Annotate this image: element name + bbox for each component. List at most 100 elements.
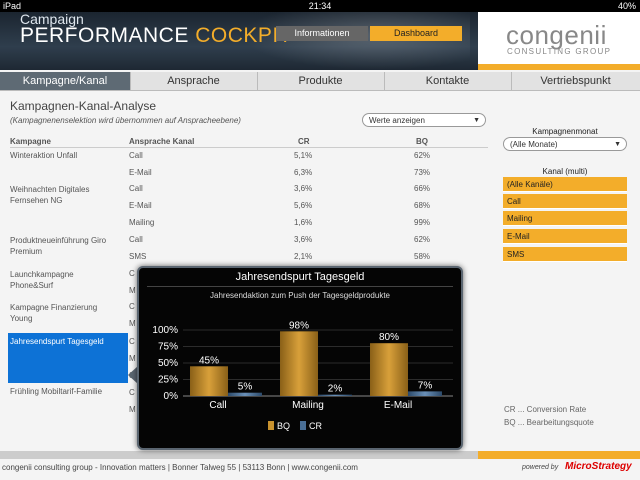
header-divider — [10, 147, 488, 148]
row-bq: 62% — [414, 235, 431, 244]
campaign-name[interactable]: Launchkampagne Phone&Surf — [10, 269, 115, 291]
tab-produkte[interactable]: Produkte — [257, 72, 385, 90]
tab-vertriebspunkt[interactable]: Vertriebspunkt — [511, 72, 640, 90]
column-header-bq: BQ — [416, 137, 428, 146]
data-label-cr: 2% — [328, 384, 343, 395]
x-category-label: E-Mail — [384, 400, 412, 411]
row-channel-partial: M — [129, 405, 136, 414]
data-label-bq: 98% — [289, 320, 309, 331]
werte-anzeigen-value: Werte anzeigen — [369, 116, 425, 125]
clock: 21:34 — [308, 1, 332, 11]
row-bq: 68% — [414, 201, 431, 210]
bar-cr-call — [228, 392, 262, 396]
row-channel-partial: C — [129, 337, 135, 346]
bar-cr-mailing — [318, 394, 352, 396]
section-title: Kampagnen-Kanal-Analyse — [10, 99, 157, 113]
informationen-button[interactable]: Informationen — [276, 26, 368, 41]
campaign-name[interactable]: Kampagne Finanzierung Young — [10, 302, 115, 324]
row-bq: 62% — [414, 151, 431, 160]
bar-cr-e-mail — [408, 391, 442, 396]
data-label-bq: 45% — [199, 355, 219, 366]
data-label-cr: 7% — [418, 380, 433, 391]
campaign-name[interactable]: Frühling Mobiltarif-Familie — [10, 387, 128, 396]
row-channel: Mailing — [129, 218, 155, 227]
row-channel: E-Mail — [129, 168, 152, 177]
werte-anzeigen-select[interactable]: Werte anzeigen ▼ — [362, 113, 486, 127]
logo-subtitle: CONSULTING GROUP — [507, 47, 612, 56]
kanal-multi-label: Kanal (multi) — [542, 167, 588, 176]
column-header-kampagne: Kampagne — [10, 137, 51, 146]
campaign-name[interactable]: Winteraktion Unfall — [10, 151, 125, 160]
row-channel: Call — [129, 151, 143, 160]
kampagnenmonat-select[interactable]: (Alle Monate) ▼ — [503, 137, 627, 151]
legend-swatch-cr — [300, 421, 307, 430]
kanal-option-call[interactable]: Call — [503, 194, 627, 209]
row-bq: 58% — [414, 252, 431, 261]
chart-legend: BQ CR — [268, 421, 322, 431]
legend-swatch-bq — [268, 421, 274, 430]
logo-accent-bar — [478, 64, 640, 70]
kanal-option-alle[interactable]: (Alle Kanäle) — [503, 177, 627, 192]
powered-by-label: powered by — [522, 464, 559, 471]
row-bq: 66% — [414, 184, 431, 193]
bar-bq-e-mail — [370, 343, 408, 396]
row-bq: 73% — [414, 168, 431, 177]
row-cr: 1,6% — [294, 218, 313, 227]
kanal-option-sms[interactable]: SMS — [503, 247, 627, 262]
y-tick-label: 100% — [152, 325, 178, 336]
bar-bq-call — [190, 366, 228, 396]
campaign-name-selected[interactable]: Jahresendspurt Tagesgeld — [10, 337, 128, 346]
row-cr: 5,6% — [294, 201, 313, 210]
battery-level: 40% — [617, 1, 636, 11]
row-bq: 99% — [414, 218, 431, 227]
campaign-name[interactable]: Weihnachten Digitales Fernsehen NG — [10, 184, 125, 206]
status-bar: iPad 21:34 40% — [0, 0, 640, 12]
tab-ansprache[interactable]: Ansprache — [130, 72, 258, 90]
row-channel-partial: M — [129, 354, 136, 363]
definition-cr: CR ... Conversion Rate — [504, 405, 587, 414]
row-channel: Call — [129, 235, 143, 244]
row-channel: Call — [129, 184, 143, 193]
data-label-cr: 5% — [238, 382, 253, 393]
y-tick-label: 25% — [158, 375, 178, 386]
legend-label-cr: CR — [309, 421, 323, 431]
kanal-option-mailing[interactable]: Mailing — [503, 211, 627, 226]
y-tick-label: 50% — [158, 358, 178, 369]
kampagnenmonat-value: (Alle Monate) — [510, 140, 558, 149]
row-channel-partial: C — [129, 388, 135, 397]
row-cr: 5,1% — [294, 151, 313, 160]
microstrategy-logo: MicroStrategy — [565, 461, 632, 472]
section-subtitle: (Kampagnenenselektion wird übernommen au… — [10, 116, 241, 125]
popup-title: Jahresendspurt Tagesgeld — [235, 271, 365, 283]
row-channel: SMS — [129, 252, 147, 261]
kanal-option-email[interactable]: E-Mail — [503, 229, 627, 244]
row-cr: 3,6% — [294, 235, 313, 244]
row-cr: 3,6% — [294, 184, 313, 193]
y-tick-label: 0% — [164, 391, 179, 402]
brand-title: PERFORMANCE COCKPIT — [20, 24, 292, 48]
row-cr: 6,3% — [294, 168, 313, 177]
brand-title-part1: PERFORMANCE — [20, 24, 189, 47]
footer-text: congenii consulting group - Innovation m… — [2, 463, 358, 472]
popup-separator — [147, 286, 453, 287]
bar-bq-mailing — [280, 331, 318, 396]
data-label-bq: 80% — [379, 332, 399, 343]
campaign-name[interactable]: Produktneueinführung Giro Premium — [10, 235, 125, 257]
chevron-down-icon: ▼ — [614, 141, 621, 148]
x-category-label: Mailing — [292, 400, 324, 411]
dashboard-button[interactable]: Dashboard — [370, 26, 462, 41]
footer-accent — [478, 451, 640, 459]
kampagnenmonat-label: Kampagnenmonat — [532, 127, 598, 136]
row-channel-partial: C — [129, 302, 135, 311]
bar-chart: 0% 25% 50% 75% 100% 45% 5% Call 98% 2% Mailing 80% 7… — [152, 320, 453, 411]
popup-subtitle: Jahresendaktion zum Push der Tagesgeldpr… — [210, 291, 390, 300]
row-channel: E-Mail — [129, 201, 152, 210]
chevron-down-icon: ▼ — [473, 117, 480, 124]
tab-kontakte[interactable]: Kontakte — [384, 72, 512, 90]
row-channel-partial: C — [129, 269, 135, 278]
row-channel-partial: M — [129, 286, 136, 295]
tab-kampagne-kanal[interactable]: Kampagne/Kanal — [0, 72, 131, 90]
column-header-kanal: Ansprache Kanal — [129, 137, 195, 146]
tab-bar: Kampagne/Kanal Ansprache Produkte Kontak… — [0, 72, 640, 91]
legend-label-bq: BQ — [277, 421, 291, 431]
